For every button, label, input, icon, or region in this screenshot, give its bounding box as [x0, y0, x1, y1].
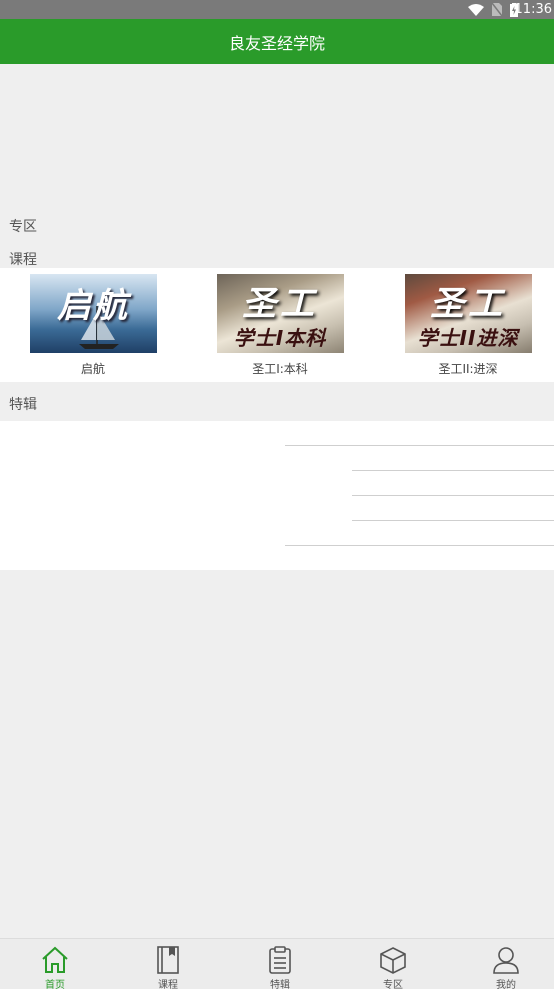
feature-divider	[352, 520, 554, 521]
features-panel[interactable]	[0, 421, 554, 570]
home-icon	[42, 946, 68, 973]
book-icon	[157, 946, 179, 974]
tab-courses[interactable]: 课程	[138, 945, 198, 989]
status-icons	[468, 1, 518, 18]
cube-icon	[380, 947, 406, 974]
banner-area[interactable]	[0, 64, 554, 210]
course-thumb-title: 圣工	[430, 284, 506, 324]
course-thumb-title: 圣工	[242, 284, 318, 324]
tab-label: 专区	[383, 980, 403, 989]
bottom-tab-bar: 首页 课程 特辑 专区 我的	[0, 938, 554, 989]
tab-home[interactable]: 首页	[25, 945, 85, 989]
tab-features[interactable]: 特辑	[250, 945, 310, 989]
page-title: 良友圣经学院	[228, 33, 325, 53]
feature-divider	[285, 445, 554, 446]
no-sim-icon	[492, 3, 502, 16]
tab-label: 课程	[158, 980, 178, 989]
tab-label: 我的	[496, 980, 516, 989]
course-caption: 启航	[80, 362, 105, 376]
status-time: 11:36	[514, 2, 552, 17]
courses-section-label: 课程	[9, 252, 37, 268]
clipboard-icon	[269, 946, 291, 974]
course-item-shenggong-1[interactable]: 圣工 学士I本科 圣工I:本科	[216, 274, 344, 377]
feature-divider	[285, 545, 554, 546]
course-thumb-title: 启航	[57, 286, 129, 326]
courses-list: 启航 启航 圣工 学士I本科 圣工I:本科 圣工 学士II进深 圣工II:进深	[0, 268, 554, 382]
course-item-shenggong-2[interactable]: 圣工 学士II进深 圣工II:进深	[404, 274, 532, 377]
course-item-qihang[interactable]: 启航 启航	[29, 274, 157, 377]
course-thumb-subtitle: 学士II进深	[417, 326, 519, 350]
course-thumb-subtitle: 学士I本科	[233, 326, 327, 350]
course-thumbnail: 启航	[29, 274, 157, 353]
tab-mine[interactable]: 我的	[476, 945, 536, 989]
tab-label: 特辑	[270, 980, 290, 989]
tab-label: 首页	[45, 980, 65, 989]
zone-section-label: 专区	[9, 219, 37, 235]
course-thumbnail: 圣工 学士I本科	[216, 274, 344, 353]
course-thumbnail: 圣工 学士II进深	[404, 274, 532, 353]
tab-zone[interactable]: 专区	[363, 945, 423, 989]
status-bar: 11:36	[0, 0, 554, 19]
feature-divider	[352, 495, 554, 496]
wifi-icon	[468, 3, 484, 16]
app-header: 良友圣经学院	[0, 19, 554, 64]
user-icon	[493, 947, 519, 974]
course-caption: 圣工I:本科	[252, 362, 308, 376]
feature-divider	[352, 470, 554, 471]
features-section-label: 特辑	[9, 397, 37, 413]
course-caption: 圣工II:进深	[438, 362, 498, 376]
